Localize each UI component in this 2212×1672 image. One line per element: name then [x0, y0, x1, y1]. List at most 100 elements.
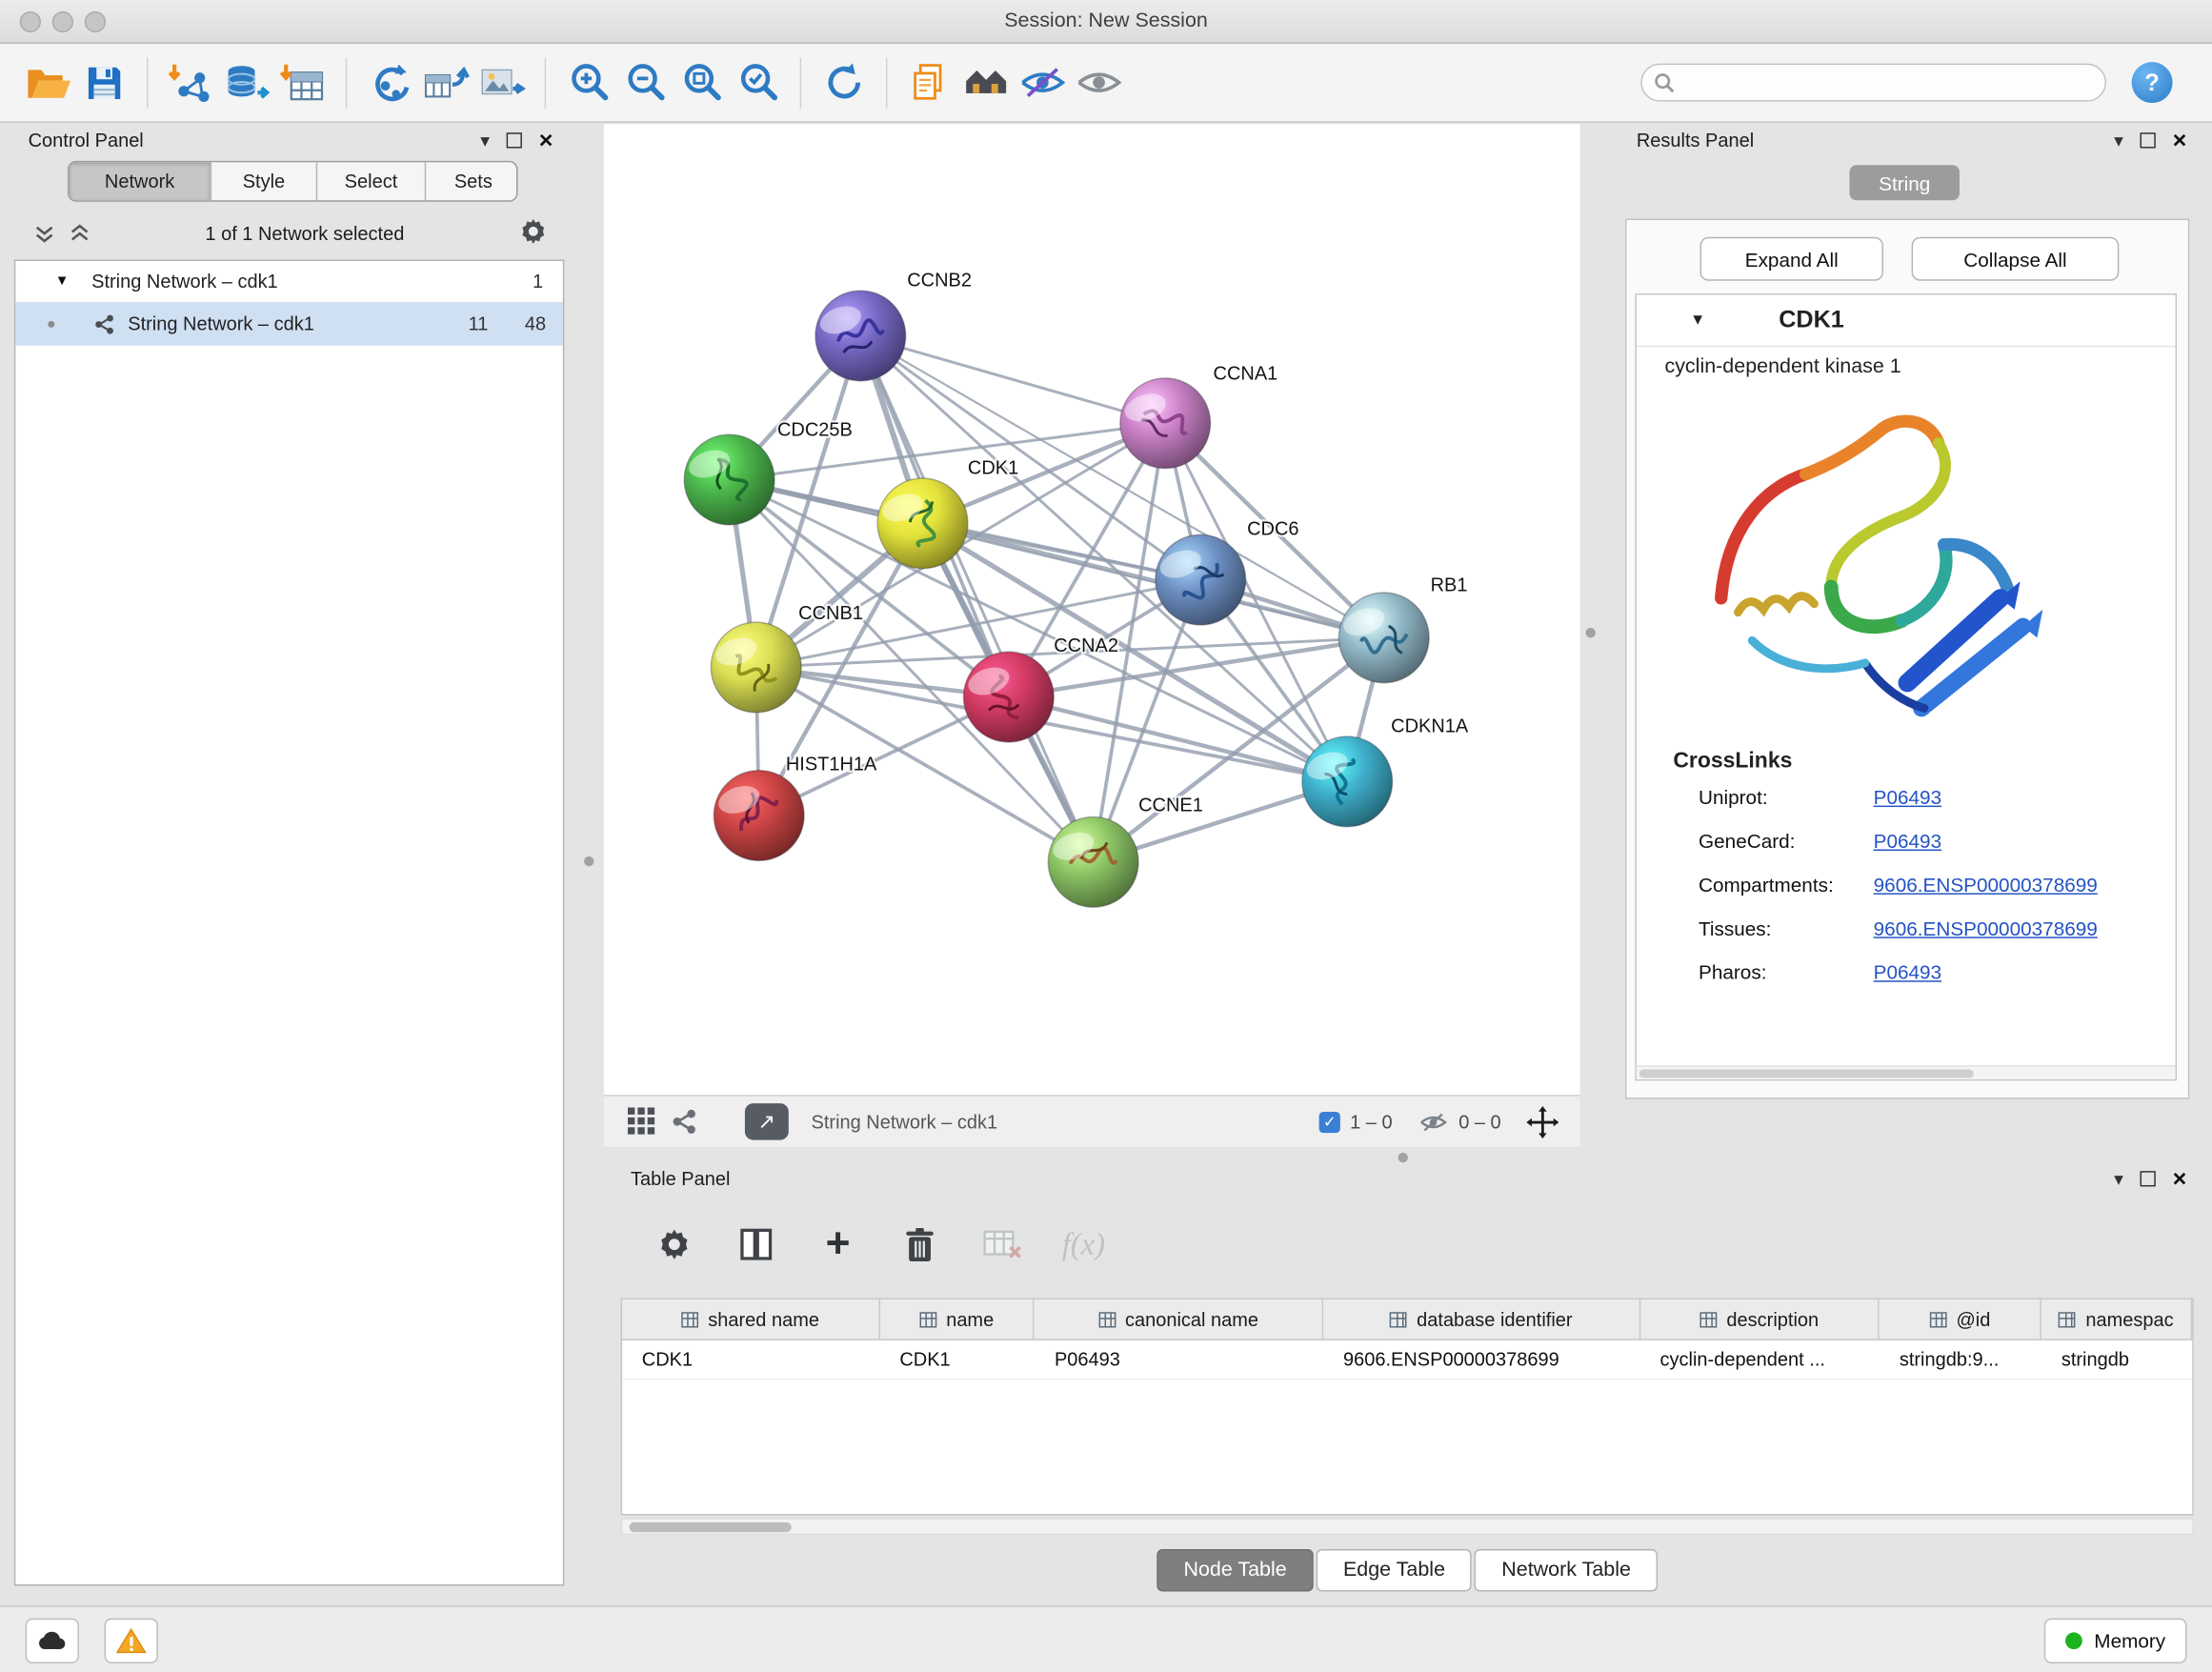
panel-close-icon[interactable]: ×: [539, 129, 553, 152]
panel-float-icon[interactable]: [507, 132, 522, 148]
home-style-button[interactable]: [958, 54, 1015, 111]
expand-all-button[interactable]: Expand All: [1699, 237, 1883, 281]
birds-eye-view-button[interactable]: [621, 1102, 663, 1141]
selection-checkbox[interactable]: ✓: [1319, 1111, 1340, 1132]
column-header-id[interactable]: @id: [1880, 1299, 2041, 1339]
zoom-selected-button[interactable]: [730, 54, 786, 111]
bottom-splitter-handle[interactable]: [1398, 1153, 1408, 1162]
tab-sets[interactable]: Sets: [425, 162, 518, 200]
show-hide-button[interactable]: [1071, 54, 1127, 111]
crosslink-link-tissues[interactable]: 9606.ENSP00000378699: [1874, 917, 2098, 939]
import-table-file-button[interactable]: [275, 54, 332, 111]
copy-style-button[interactable]: [901, 54, 957, 111]
gene-section-header[interactable]: ▼ CDK1: [1637, 295, 2176, 348]
network-graph[interactable]: CCNB2CCNA1CDC25BCDK1CDC6RB1CCNB1CCNA2CDK…: [604, 124, 1580, 1095]
clone-network-button[interactable]: [417, 54, 473, 111]
show-columns-icon[interactable]: [733, 1220, 780, 1268]
network-node-cdc6[interactable]: [1156, 534, 1246, 625]
section-expander-icon[interactable]: ▼: [1690, 312, 1705, 329]
column-header-label: name: [946, 1309, 994, 1330]
tab-network[interactable]: Network: [70, 162, 211, 200]
search-input[interactable]: [1640, 64, 2106, 102]
cloud-status-button[interactable]: [26, 1619, 79, 1663]
table-options-gear-icon[interactable]: [651, 1220, 698, 1268]
left-splitter-handle[interactable]: [584, 856, 593, 866]
collapse-all-button[interactable]: Collapse All: [1912, 237, 2120, 281]
network-node-ccne1[interactable]: [1048, 816, 1138, 907]
network-row-selected[interactable]: ● String Network – cdk1 11 48: [15, 302, 563, 346]
zoom-in-button[interactable]: [560, 54, 616, 111]
new-network-from-selection-button[interactable]: [361, 54, 417, 111]
network-node-ccnb1[interactable]: [711, 622, 801, 713]
network-node-cdkn1a[interactable]: [1302, 736, 1393, 827]
panel-menu-icon[interactable]: ▾: [2114, 130, 2123, 152]
network-options-gear-icon[interactable]: [519, 216, 564, 249]
panel-float-icon[interactable]: [2141, 132, 2156, 148]
network-node-cdk1[interactable]: [877, 478, 968, 569]
network-edge[interactable]: [860, 335, 1093, 861]
zoom-out-button[interactable]: [616, 54, 673, 111]
column-header-namespac[interactable]: namespac: [2041, 1299, 2192, 1339]
network-canvas[interactable]: CCNB2CCNA1CDC25BCDK1CDC6RB1CCNB1CCNA2CDK…: [604, 124, 1580, 1095]
hide-selected-button[interactable]: [1015, 54, 1071, 111]
results-horizontal-scrollbar[interactable]: [1637, 1065, 2176, 1079]
open-session-button[interactable]: [20, 54, 76, 111]
panel-menu-icon[interactable]: ▾: [480, 130, 490, 152]
column-header-database-identifier[interactable]: database identifier: [1323, 1299, 1640, 1339]
zoom-fit-button[interactable]: [673, 54, 729, 111]
zoom-window-button[interactable]: [85, 11, 106, 32]
collapse-all-icon[interactable]: [34, 222, 55, 243]
panel-menu-icon[interactable]: ▾: [2114, 1167, 2123, 1190]
crosslink-link-pharos[interactable]: P06493: [1874, 960, 1941, 983]
help-button[interactable]: ?: [2132, 62, 2173, 103]
right-splitter-handle[interactable]: [1586, 628, 1596, 637]
column-header-canonical-name[interactable]: canonical name: [1035, 1299, 1323, 1339]
tab-style[interactable]: Style: [211, 162, 316, 200]
crosslink-link-compartments[interactable]: 9606.ENSP00000378699: [1874, 873, 2098, 896]
table-horizontal-scrollbar[interactable]: [621, 1518, 2194, 1535]
column-header-description[interactable]: description: [1640, 1299, 1880, 1339]
import-network-database-button[interactable]: [219, 54, 275, 111]
column-header-name[interactable]: name: [880, 1299, 1036, 1339]
delete-column-trash-icon[interactable]: [895, 1220, 943, 1268]
add-column-icon[interactable]: +: [814, 1220, 861, 1268]
save-floppy-icon: [83, 61, 125, 103]
network-overview-button[interactable]: [663, 1102, 705, 1141]
column-header-shared-name[interactable]: shared name: [622, 1299, 880, 1339]
tree-expander-icon[interactable]: ▼: [55, 273, 70, 289]
tab-select[interactable]: Select: [316, 162, 425, 200]
warning-button[interactable]: [105, 1619, 158, 1663]
network-node-ccna2[interactable]: [963, 652, 1054, 742]
detach-view-button[interactable]: ↗: [745, 1103, 789, 1140]
table-tab-node-table[interactable]: Node Table: [1156, 1549, 1314, 1591]
control-panel-header: Control Panel ▾ ×: [14, 124, 565, 156]
node-label-cdkn1a: CDKN1A: [1391, 716, 1469, 737]
expand-all-icon[interactable]: [70, 222, 90, 243]
minimize-window-button[interactable]: [52, 11, 73, 32]
crosslink-label-genecard: GeneCard:: [1637, 829, 1874, 852]
memory-button[interactable]: Memory: [2044, 1619, 2186, 1663]
tab-string[interactable]: String: [1849, 165, 1960, 200]
close-window-button[interactable]: [20, 11, 41, 32]
table-row[interactable]: CDK1CDK1P064939606.ENSP00000378699cyclin…: [622, 1340, 2192, 1380]
network-node-hist1h1a[interactable]: [714, 771, 804, 861]
export-image-button[interactable]: [474, 54, 531, 111]
save-session-button[interactable]: [76, 54, 132, 111]
network-node-cdc25b[interactable]: [684, 434, 774, 525]
panel-close-icon[interactable]: ×: [2173, 129, 2187, 152]
network-collection-row[interactable]: ▼ String Network – cdk1 1: [15, 261, 563, 302]
network-node-ccna1[interactable]: [1120, 378, 1211, 469]
panel-close-icon[interactable]: ×: [2173, 1167, 2187, 1191]
import-network-file-button[interactable]: [162, 54, 218, 111]
crosslink-link-uniprot[interactable]: P06493: [1874, 785, 1941, 808]
panel-float-icon[interactable]: [2141, 1171, 2156, 1186]
table-tab-edge-table[interactable]: Edge Table: [1317, 1549, 1472, 1591]
network-node-ccnb2[interactable]: [815, 291, 906, 381]
table-tab-network-table[interactable]: Network Table: [1475, 1549, 1658, 1591]
crosslink-link-genecard[interactable]: P06493: [1874, 829, 1941, 852]
apply-layout-button[interactable]: [815, 54, 872, 111]
pan-mode-button[interactable]: [1520, 1102, 1562, 1141]
crosslink-label-tissues: Tissues:: [1637, 917, 1874, 939]
hidden-counts: 0 – 0: [1458, 1111, 1500, 1132]
network-node-rb1[interactable]: [1338, 593, 1429, 683]
